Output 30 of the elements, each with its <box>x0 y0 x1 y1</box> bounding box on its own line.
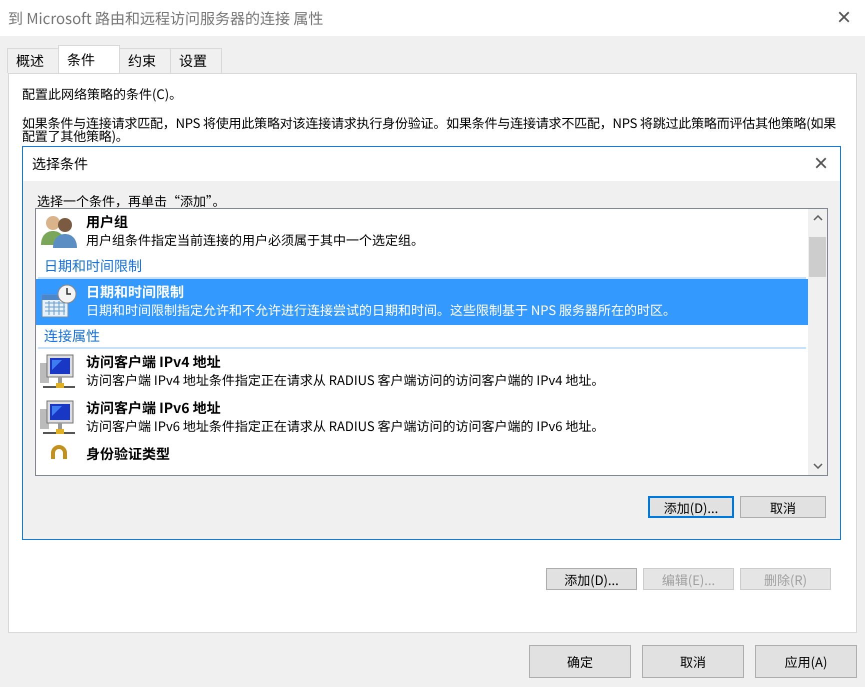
close-button[interactable]: × <box>830 6 857 30</box>
computer-icon <box>40 353 78 391</box>
lock-icon <box>51 445 67 459</box>
tab[interactable]: 设置 <box>170 48 222 73</box>
condition-item[interactable]: 用户组 用户组条件指定当前连接的用户必须属于其中一个选定组。 <box>36 209 808 255</box>
section-heading: 配置此网络策略的条件(C)。 <box>22 84 184 103</box>
dialog-button[interactable]: 取消 <box>740 496 826 518</box>
description-text: 如果条件与连接请求匹配，NPS 将使用此策略对该连接请求执行身份验证。如果条件与连接请求不匹配，NPS 将跳过此策略而评估其他策略(如果配置了其他策略)。 <box>22 116 838 142</box>
instruction-text: 选择一个条件，再单击“添加”。 <box>36 190 227 208</box>
scroll-down-icon[interactable] <box>812 463 822 469</box>
group-header: 连接属性 <box>38 325 806 349</box>
condition-button[interactable]: 添加(D)... <box>546 568 637 590</box>
footer-button[interactable]: 应用(A) <box>755 645 857 678</box>
calendar-clock-icon <box>40 283 78 319</box>
scroll-up-icon[interactable] <box>812 215 822 221</box>
footer-button[interactable]: 确定 <box>529 645 631 678</box>
window-title: 到 Microsoft 路由和远程访问服务器的连接 属性 <box>8 8 324 28</box>
computer-icon <box>40 399 78 437</box>
users-icon <box>40 213 78 249</box>
condition-item[interactable]: 身份验证类型 <box>36 441 808 475</box>
dialog-title: 选择条件 <box>32 154 88 174</box>
condition-item[interactable]: 访问客户端 IPv6 地址 访问客户端 IPv6 地址条件指定正在请求从 RADIUS 客户端访问的访问客户端的 IPv6 地址。 <box>36 395 808 441</box>
condition-item[interactable]: 访问客户端 IPv4 地址 访问客户端 IPv4 地址条件指定正在请求从 RADIUS 客户端访问的访问客户端的 IPv4 地址。 <box>36 349 808 395</box>
scrollbar[interactable] <box>808 209 827 475</box>
close-button[interactable]: × <box>808 152 834 176</box>
tab[interactable]: 概述 <box>7 48 59 73</box>
footer-button[interactable]: 取消 <box>642 645 744 678</box>
scroll-thumb[interactable] <box>809 237 826 277</box>
tab[interactable]: 条件 <box>58 45 120 73</box>
dialog-button[interactable]: 添加(D)... <box>648 496 734 518</box>
